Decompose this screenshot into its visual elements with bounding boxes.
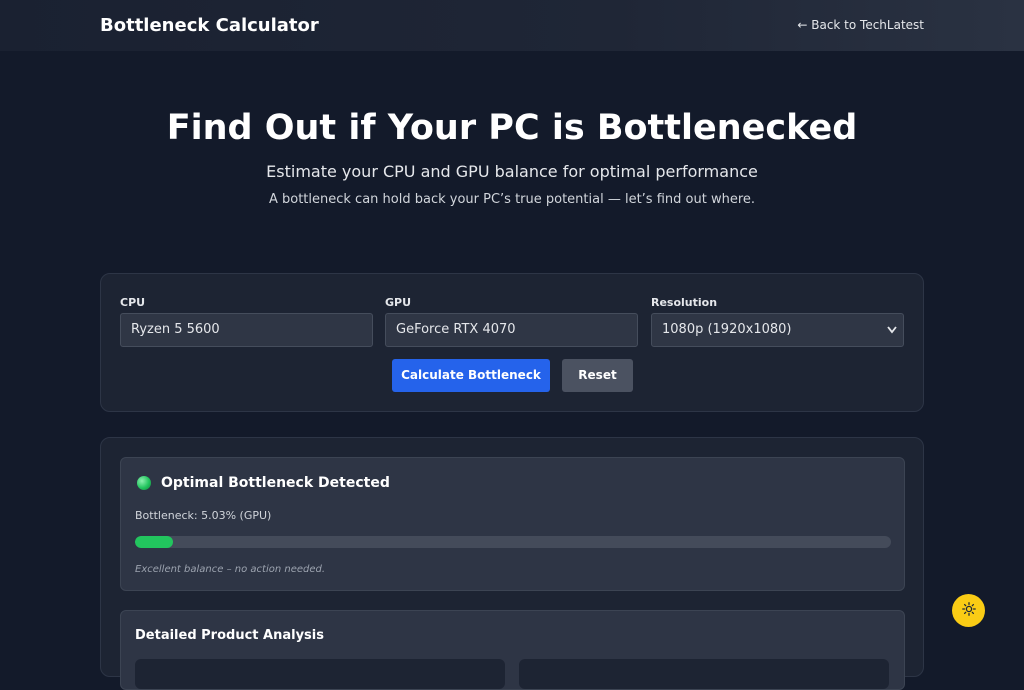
bottleneck-result-panel: Optimal Bottleneck Detected Bottleneck: …	[120, 457, 905, 591]
sun-icon	[961, 601, 976, 620]
bottleneck-progress-fill	[135, 536, 174, 548]
resolution-select-value: 1080p (1920x1080)	[662, 322, 792, 337]
cpu-detail-card	[135, 659, 505, 689]
page-title: Find Out if Your PC is Bottlenecked	[166, 108, 858, 148]
status-title: Optimal Bottleneck Detected	[161, 475, 390, 491]
hero-subtitle: Estimate your CPU and GPU balance for op…	[266, 162, 758, 181]
cpu-label: CPU	[120, 296, 146, 309]
bottleneck-progress-bar	[135, 536, 891, 548]
resolution-label: Resolution	[651, 296, 718, 309]
bottleneck-value-text: Bottleneck: 5.03% (GPU)	[135, 509, 272, 522]
calculate-bottleneck-button[interactable]: Calculate Bottleneck	[392, 359, 550, 392]
advice-text: Excellent balance – no action needed.	[135, 564, 326, 575]
cpu-input[interactable]: Ryzen 5 5600	[120, 313, 373, 347]
gpu-input[interactable]: GeForce RTX 4070	[385, 313, 638, 347]
calculator-form-card: CPU Ryzen 5 5600 GPU GeForce RTX 4070 Re…	[100, 273, 924, 412]
gpu-input-value: GeForce RTX 4070	[396, 322, 516, 337]
gpu-label: GPU	[385, 296, 412, 309]
chevron-down-icon	[887, 314, 897, 359]
reset-button[interactable]: Reset	[562, 359, 633, 392]
detailed-analysis-panel: Detailed Product Analysis	[120, 610, 905, 690]
results-card: Optimal Bottleneck Detected Bottleneck: …	[100, 437, 924, 690]
resolution-select[interactable]: 1080p (1920x1080)	[651, 313, 904, 347]
gpu-detail-card	[519, 659, 889, 689]
hero-description: A bottleneck can hold back your PC’s tru…	[268, 192, 756, 207]
brand-title: Bottleneck Calculator	[100, 15, 319, 36]
back-to-techlatest-link[interactable]: ← Back to TechLatest	[797, 18, 924, 32]
cpu-input-value: Ryzen 5 5600	[131, 322, 220, 337]
theme-toggle-button[interactable]	[952, 594, 985, 627]
detailed-analysis-title: Detailed Product Analysis	[135, 628, 324, 643]
top-navbar: Bottleneck Calculator ← Back to TechLate…	[0, 0, 1024, 51]
status-dot-icon	[137, 476, 151, 490]
